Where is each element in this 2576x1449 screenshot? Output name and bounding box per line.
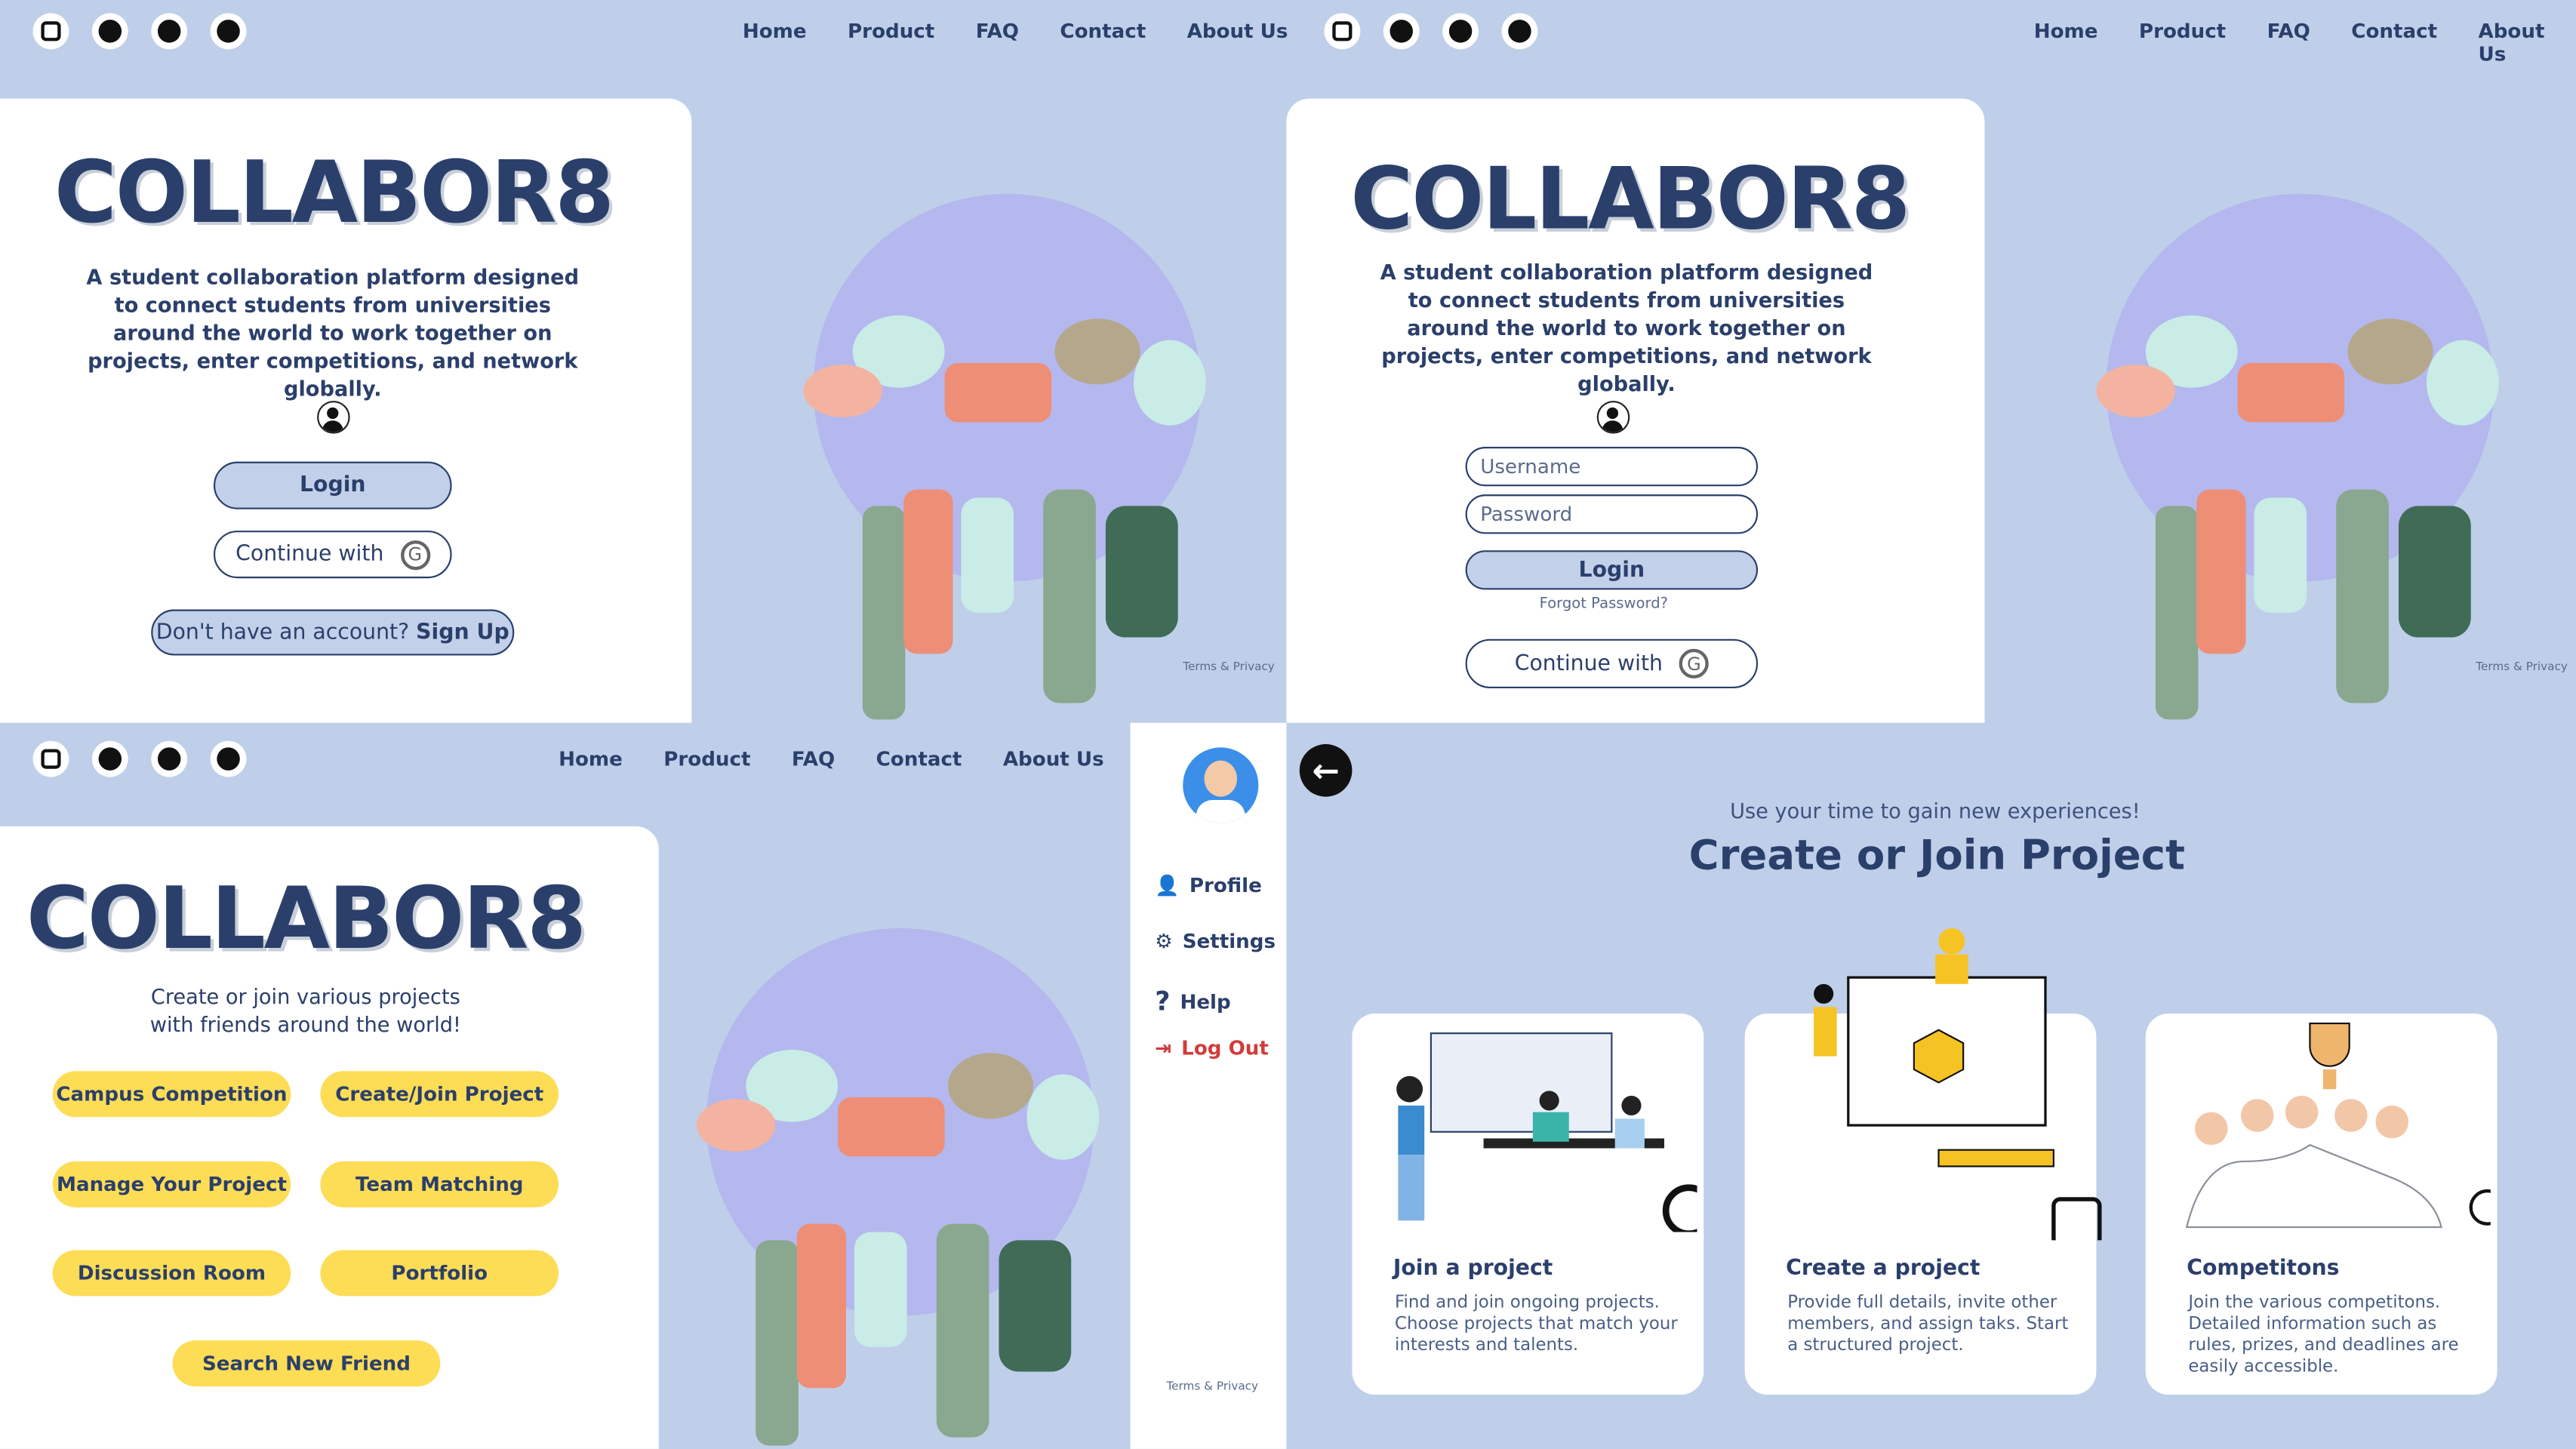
top-nav-3: Home Product FAQ Contact About Us bbox=[559, 747, 1104, 770]
settings-label: Settings bbox=[1182, 930, 1276, 953]
build-illustration bbox=[1814, 928, 2102, 1241]
top-nav-2: Home Product FAQ Contact About Us bbox=[2034, 20, 2576, 66]
project-title: Create or Join Project bbox=[1688, 831, 2186, 879]
logout-icon: ⇥ bbox=[1155, 1036, 1172, 1060]
create-project-title: Create a project bbox=[1786, 1257, 1980, 1281]
join-project-desc: Find and join ongoing projects. Choose p… bbox=[1395, 1293, 1678, 1355]
competitions-card[interactable]: Competitons Join the various competitons… bbox=[2145, 1014, 2498, 1395]
people-illustration bbox=[803, 193, 1206, 720]
nav-product[interactable]: Product bbox=[2139, 20, 2226, 66]
signup-button[interactable]: Don't have an account? Sign Up bbox=[151, 609, 515, 656]
back-button[interactable]: ← bbox=[1299, 744, 1353, 797]
join-project-card[interactable]: Join a project Find and join ongoing pro… bbox=[1352, 1014, 1704, 1395]
signup-label: Sign Up bbox=[416, 620, 509, 645]
competitions-title: Competitons bbox=[2187, 1257, 2340, 1281]
instagram-icon[interactable] bbox=[1324, 13, 1361, 50]
nav-home[interactable]: Home bbox=[2034, 20, 2098, 66]
continue-with-label: Continue with bbox=[235, 542, 384, 567]
nav-contact[interactable]: Contact bbox=[1060, 20, 1146, 42]
tiktok-icon[interactable] bbox=[151, 13, 188, 50]
username-input[interactable]: Username bbox=[1465, 447, 1759, 487]
sidebar-item-profile[interactable]: 👤 Profile bbox=[1155, 874, 1262, 897]
manage-project-button[interactable]: Manage Your Project bbox=[52, 1161, 291, 1208]
tagline: A student collaboration platform designe… bbox=[1380, 259, 1873, 396]
people-illustration bbox=[696, 928, 1100, 1446]
nav-contact[interactable]: Contact bbox=[2351, 20, 2437, 66]
search-friend-button[interactable]: Search New Friend bbox=[172, 1340, 441, 1387]
trophy-team-illustration bbox=[2185, 1022, 2491, 1229]
app-logo: COLLABOR8 bbox=[1350, 151, 1910, 250]
tiktok-icon[interactable] bbox=[151, 740, 188, 777]
avatar[interactable] bbox=[1183, 747, 1259, 823]
campus-competition-button[interactable]: Campus Competition bbox=[52, 1071, 291, 1118]
google-login-button[interactable]: Continue with G bbox=[1465, 638, 1759, 689]
sidebar-item-logout[interactable]: ⇥ Log Out bbox=[1155, 1036, 1269, 1059]
nav-faq[interactable]: FAQ bbox=[792, 747, 835, 770]
top-nav: Home Product FAQ Contact About Us bbox=[743, 20, 1288, 42]
twitter-icon[interactable] bbox=[91, 13, 128, 50]
user-icon bbox=[317, 401, 350, 434]
google-icon: G bbox=[1679, 648, 1709, 678]
discussion-room-button[interactable]: Discussion Room bbox=[52, 1250, 291, 1297]
nav-contact[interactable]: Contact bbox=[876, 747, 962, 770]
nav-home[interactable]: Home bbox=[559, 747, 623, 770]
nav-about[interactable]: About Us bbox=[1187, 20, 1288, 42]
profile-label: Profile bbox=[1189, 874, 1262, 897]
terms-link[interactable]: Terms & Privacy bbox=[1166, 1380, 1258, 1392]
terms-link[interactable]: Terms & Privacy bbox=[2476, 660, 2568, 673]
login-button[interactable]: Login bbox=[213, 461, 452, 509]
logout-label: Log Out bbox=[1181, 1036, 1269, 1060]
google-icon: G bbox=[400, 540, 430, 570]
instagram-icon[interactable] bbox=[32, 740, 69, 777]
youtube-icon[interactable] bbox=[1501, 13, 1538, 50]
team-meeting-illustration bbox=[1396, 1032, 1697, 1232]
social-bar-2 bbox=[1324, 13, 1538, 50]
youtube-icon[interactable] bbox=[210, 13, 247, 50]
nav-faq[interactable]: FAQ bbox=[2267, 20, 2310, 66]
collage: Home Product FAQ Contact About Us COLLAB… bbox=[0, 0, 2576, 1449]
portfolio-button[interactable]: Portfolio bbox=[320, 1250, 559, 1297]
project-kicker: Use your time to gain new experiences! bbox=[1730, 798, 2141, 823]
tiktok-icon[interactable] bbox=[1442, 13, 1479, 50]
join-project-title: Join a project bbox=[1393, 1257, 1553, 1281]
sidebar-item-settings[interactable]: ⚙ Settings bbox=[1155, 930, 1276, 952]
nav-about[interactable]: About Us bbox=[1003, 747, 1104, 770]
sidebar bbox=[1130, 722, 1287, 1449]
terms-link[interactable]: Terms & Privacy bbox=[1183, 660, 1275, 673]
login-button[interactable]: Login bbox=[1465, 550, 1759, 590]
create-project-desc: Provide full details, invite other membe… bbox=[1787, 1293, 2069, 1355]
no-account-label: Don't have an account? bbox=[155, 620, 410, 645]
gear-icon: ⚙ bbox=[1155, 930, 1173, 953]
nav-product[interactable]: Product bbox=[848, 20, 934, 42]
home-subtitle: Create or join various projects with fri… bbox=[149, 983, 461, 1037]
sidebar-item-help[interactable]: ? Help bbox=[1155, 986, 1231, 1017]
twitter-icon[interactable] bbox=[91, 740, 128, 777]
instagram-icon[interactable] bbox=[32, 13, 69, 50]
app-logo: COLLABOR8 bbox=[26, 870, 586, 970]
continue-with-label: Continue with bbox=[1514, 651, 1663, 676]
youtube-icon[interactable] bbox=[210, 740, 247, 777]
competitions-desc: Join the various competitons. Detailed i… bbox=[2188, 1293, 2459, 1377]
nav-about[interactable]: About Us bbox=[2479, 20, 2576, 66]
help-label: Help bbox=[1180, 989, 1231, 1013]
nav-home[interactable]: Home bbox=[743, 20, 807, 42]
question-icon: ? bbox=[1155, 986, 1171, 1017]
forgot-password-link[interactable]: Forgot Password? bbox=[1540, 596, 1668, 613]
person-icon: 👤 bbox=[1155, 874, 1180, 897]
tagline: A student collaboration platform designe… bbox=[86, 264, 580, 401]
create-join-project-button[interactable]: Create/Join Project bbox=[320, 1071, 559, 1118]
team-matching-button[interactable]: Team Matching bbox=[320, 1161, 559, 1208]
create-project-card[interactable]: Create a project Provide full details, i… bbox=[1744, 928, 2102, 1395]
people-illustration bbox=[2096, 193, 2499, 720]
social-bar bbox=[32, 13, 247, 50]
app-logo: COLLABOR8 bbox=[54, 144, 614, 244]
google-login-button[interactable]: Continue with G bbox=[213, 531, 452, 579]
password-input[interactable]: Password bbox=[1465, 494, 1759, 534]
twitter-icon[interactable] bbox=[1383, 13, 1420, 50]
social-bar-3 bbox=[32, 740, 247, 777]
nav-product[interactable]: Product bbox=[663, 747, 750, 770]
nav-faq[interactable]: FAQ bbox=[976, 20, 1019, 42]
user-icon bbox=[1596, 401, 1630, 434]
